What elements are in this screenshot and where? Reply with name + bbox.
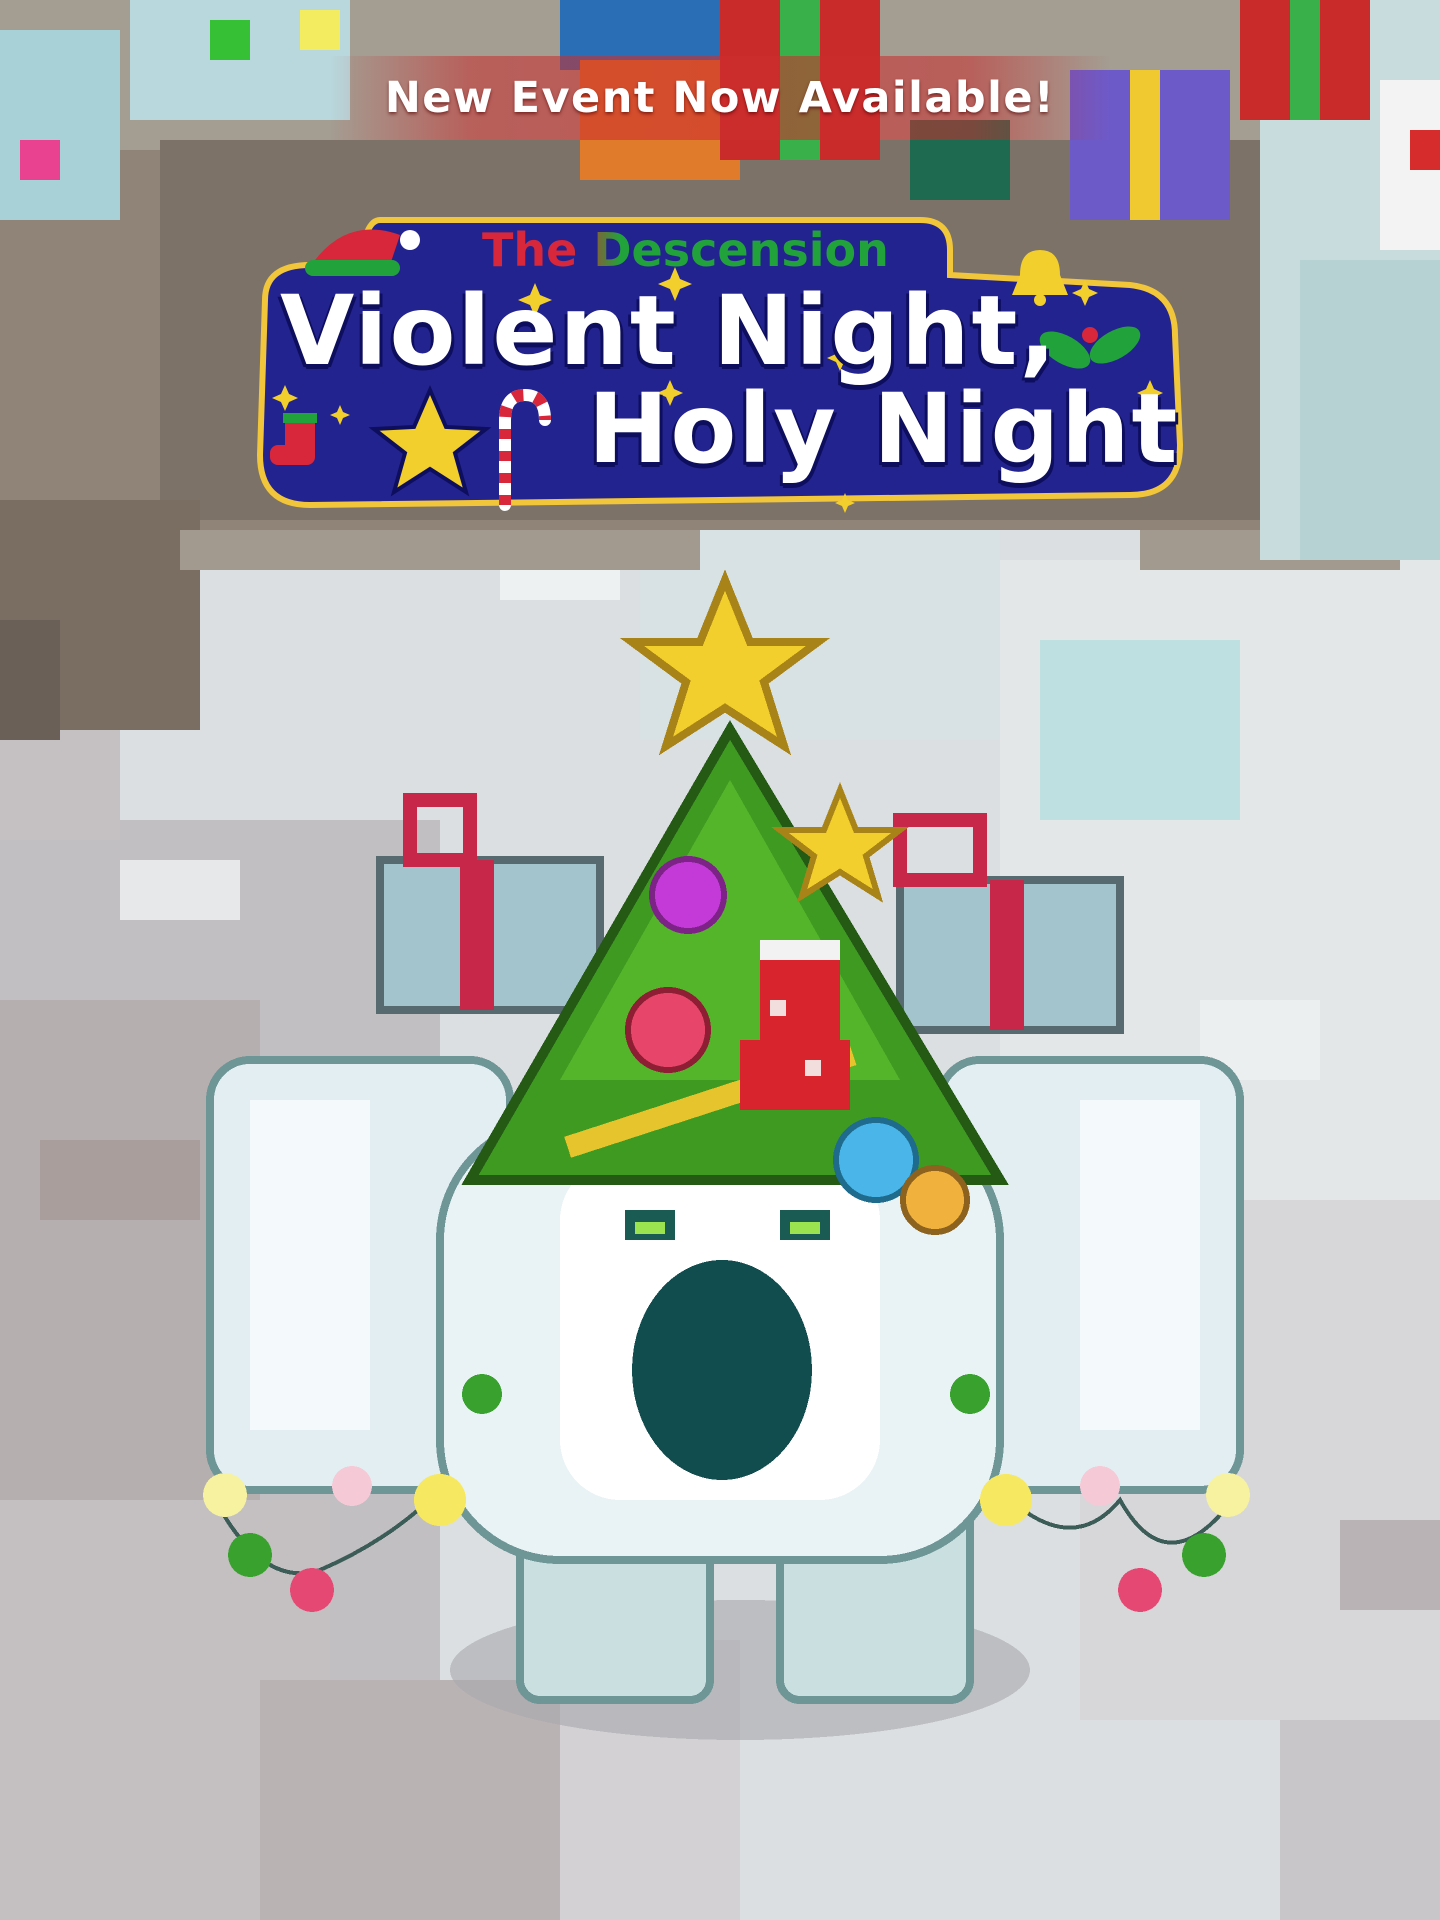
logo-subtitle: The Descension <box>482 223 889 277</box>
logo-title-line2: Holy Night <box>588 373 1180 485</box>
event-banner-text: New Event Now Available! <box>384 73 1056 123</box>
logo-title-line1: Violent Night, <box>280 275 1058 387</box>
event-logo: The Descension Violent Night, Holy Night <box>250 205 1200 535</box>
event-splash: New Event Now Available! The Descension … <box>0 0 1440 1920</box>
event-banner: New Event Now Available! <box>330 56 1110 140</box>
